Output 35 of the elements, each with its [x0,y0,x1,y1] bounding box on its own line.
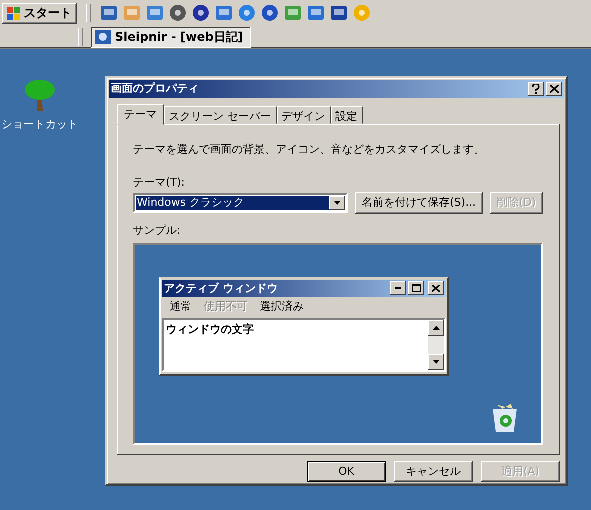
tab[interactable]: デザイン [276,106,330,124]
preview-window-title: アクティブ ウィンドウ [164,280,278,296]
help-button[interactable] [528,82,544,96]
monitor-icon[interactable] [100,4,118,22]
shortcut-label[interactable]: ショートカット [2,117,78,132]
theme-label: テーマ(T): [133,174,186,190]
tree-icon[interactable] [24,79,56,113]
close-icon [432,284,440,292]
window-text: ウィンドウの文字 [165,322,255,338]
minimize-icon [395,287,401,290]
tab[interactable]: テーマ [117,104,164,125]
scroll-down-icon [432,360,440,364]
close-button[interactable] [546,82,562,96]
windows-logo-icon [7,6,21,20]
theme-dropdown[interactable]: Windows クラシック [133,192,348,213]
menu-item: 使用不可 [204,298,248,314]
maximize-icon [412,284,420,292]
recycle-bin-icon [491,402,519,433]
tab[interactable]: スクリーン セーバー [164,106,276,124]
browser-icon [95,29,111,45]
sphere-icon[interactable] [192,4,210,22]
scroll-up-icon [432,326,440,330]
tab[interactable]: 設定 [330,106,362,124]
task-button[interactable]: Sleipnir - [web日記] [91,26,251,48]
description: テーマを選んで画面の背景、アイコン、音などをカスタマイズします。 [133,142,486,157]
close-icon [550,84,558,93]
dropdown-arrow-icon [334,200,340,205]
dialog-title: 画面のプロパティ [111,81,199,96]
disc-icon[interactable] [169,4,187,22]
theme-button[interactable]: 名前を付けて保存(S)... [355,192,484,214]
dialog-button[interactable]: キャンセル [394,461,473,482]
start-button[interactable]: スタート [2,2,77,24]
dialog-button[interactable]: OK [307,461,386,482]
help-icon [532,84,540,94]
sample-label: サンプル: [133,222,182,238]
